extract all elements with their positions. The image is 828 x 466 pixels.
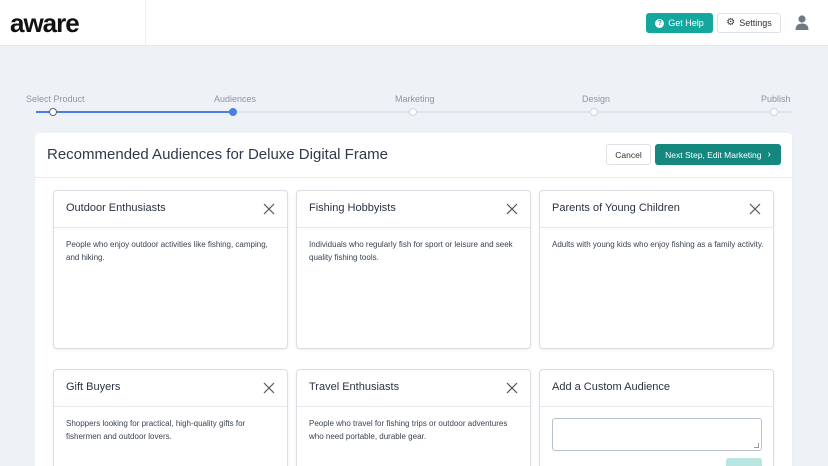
top-bar: aware ? Get Help ⚙ Settings	[0, 0, 828, 46]
card-title: Travel Enthusiasts	[309, 381, 400, 393]
audience-card: Parents of Young Children Adults with yo…	[539, 190, 774, 349]
step-dot-audiences[interactable]	[229, 108, 237, 116]
step-dot-publish[interactable]	[770, 108, 778, 116]
card-header: Gift Buyers	[54, 370, 287, 407]
card-header: Fishing Hobbyists	[297, 191, 530, 228]
card-description: People who travel for fishing trips or o…	[309, 419, 508, 441]
progress-fill	[36, 111, 233, 113]
step-label-design[interactable]: Design	[582, 94, 610, 104]
page-title: Recommended Audiences for Deluxe Digital…	[47, 146, 388, 163]
settings-button[interactable]: ⚙ Settings	[717, 13, 781, 33]
step-label-marketing[interactable]: Marketing	[395, 94, 435, 104]
step-label-publish[interactable]: Publish	[761, 94, 791, 104]
card-header: Travel Enthusiasts	[297, 370, 530, 407]
card-description: Adults with young kids who enjoy fishing…	[552, 240, 764, 249]
gear-icon: ⚙	[726, 17, 736, 28]
custom-audience-input[interactable]	[552, 418, 762, 451]
audience-card: Outdoor Enthusiasts People who enjoy out…	[53, 190, 288, 349]
audience-card: Fishing Hobbyists Individuals who regula…	[296, 190, 531, 349]
card-title: Parents of Young Children	[552, 202, 680, 214]
question-circle-icon: ?	[655, 18, 665, 28]
card-header: Add a Custom Audience	[540, 370, 773, 407]
card-title: Outdoor Enthusiasts	[66, 202, 166, 214]
card-title: Fishing Hobbyists	[309, 202, 396, 214]
custom-audience-title: Add a Custom Audience	[552, 381, 671, 393]
step-dot-marketing[interactable]	[409, 108, 417, 116]
step-label-select-product[interactable]: Select Product	[26, 94, 85, 104]
cancel-button[interactable]: Cancel	[606, 144, 651, 165]
audience-card: Travel Enthusiasts People who travel for…	[296, 369, 531, 466]
user-icon[interactable]	[794, 14, 810, 30]
resize-handle[interactable]	[754, 443, 759, 448]
add-custom-audience-button[interactable]	[726, 458, 762, 466]
logo-container: aware	[0, 0, 146, 46]
logo[interactable]: aware	[10, 8, 80, 38]
card-title: Gift Buyers	[66, 381, 121, 393]
get-help-button[interactable]: ? Get Help	[646, 13, 713, 33]
card-description: Shoppers looking for practical, high-qua…	[66, 419, 246, 441]
close-icon[interactable]	[749, 203, 761, 215]
close-icon[interactable]	[506, 203, 518, 215]
step-label-audiences[interactable]: Audiences	[214, 94, 256, 104]
step-dot-design[interactable]	[590, 108, 598, 116]
progress-stepper: Select Product Audiences Marketing Desig…	[0, 90, 828, 120]
audiences-panel: Recommended Audiences for Deluxe Digital…	[35, 133, 792, 466]
chevron-right-icon: ›	[767, 148, 771, 160]
card-header: Outdoor Enthusiasts	[54, 191, 287, 228]
close-icon[interactable]	[263, 203, 275, 215]
card-description: Individuals who regularly fish for sport…	[309, 240, 513, 262]
card-header: Parents of Young Children	[540, 191, 773, 228]
close-icon[interactable]	[506, 382, 518, 394]
step-dot-select-product[interactable]	[49, 108, 57, 116]
next-step-button[interactable]: Next Step, Edit Marketing ›	[655, 144, 781, 165]
next-step-label: Next Step, Edit Marketing	[665, 149, 762, 160]
get-help-label: Get Help	[668, 18, 704, 28]
custom-audience-card: Add a Custom Audience	[539, 369, 774, 466]
settings-label: Settings	[739, 18, 772, 28]
close-icon[interactable]	[263, 382, 275, 394]
audience-card: Gift Buyers Shoppers looking for practic…	[53, 369, 288, 466]
card-description: People who enjoy outdoor activities like…	[66, 240, 268, 262]
panel-header: Recommended Audiences for Deluxe Digital…	[35, 133, 792, 178]
